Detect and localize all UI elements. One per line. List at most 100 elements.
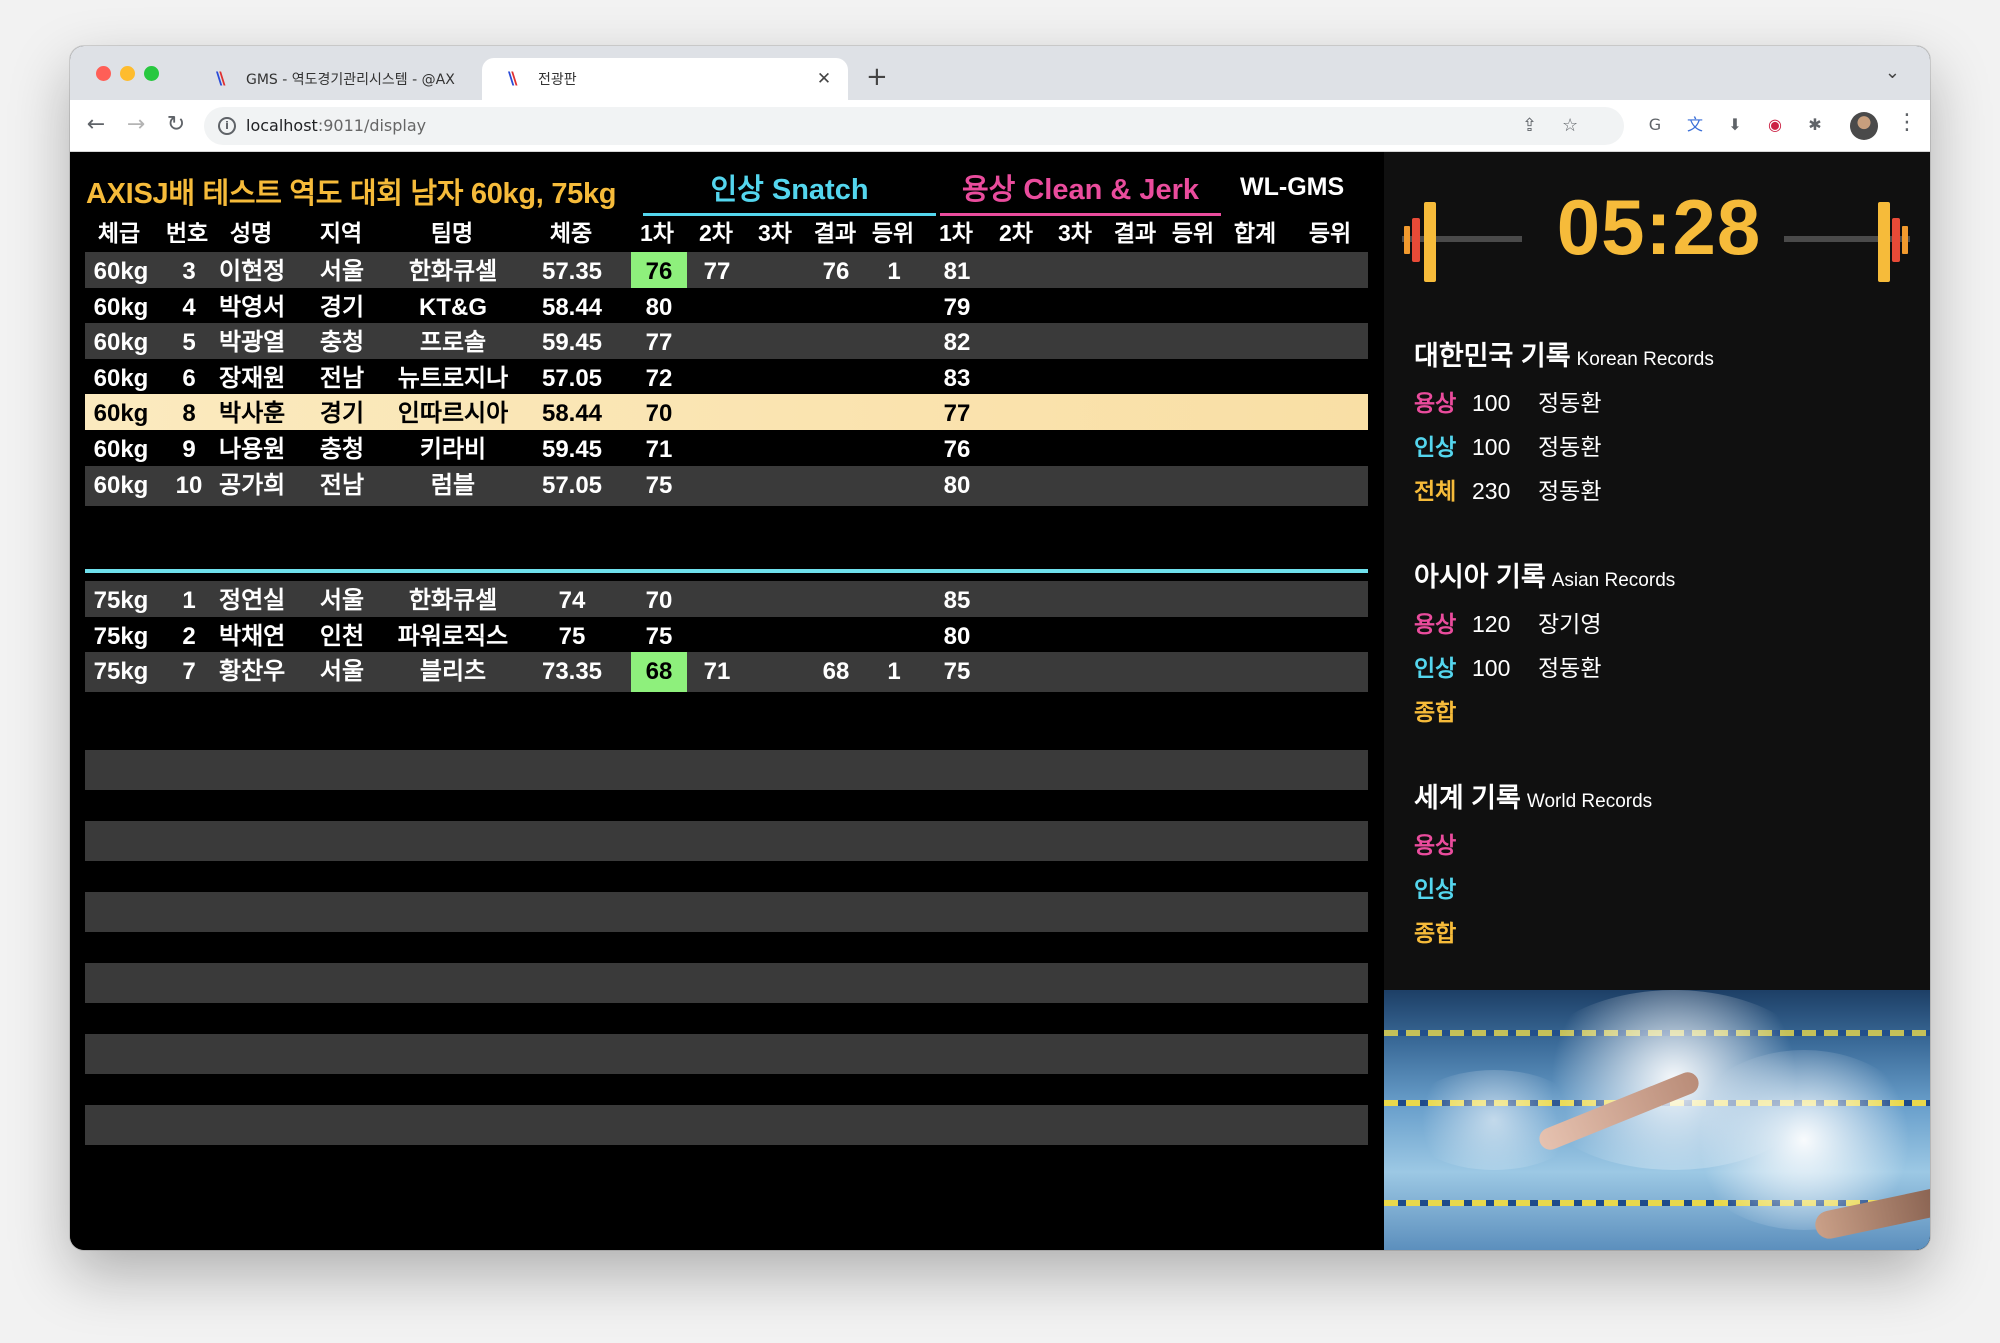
cell-team: 블리츠 [419, 658, 487, 686]
browser-window: \\ GMS - 역도경기관리시스템 - @AX ✕ \\ 전광판 ✕ + ⌄ … [70, 46, 1930, 1250]
translate-icon[interactable]: 文 [1684, 114, 1706, 136]
asian-records-heading: 아시아 기록 Asian Records [1414, 562, 1676, 592]
cell-sn2 [689, 288, 745, 328]
cell-wc: 60kg [93, 293, 149, 321]
cell-bw: 73.35 [541, 658, 603, 686]
col-name: 성명 [229, 220, 273, 246]
cell-name: 박광열 [219, 329, 286, 357]
screen-capture-icon[interactable]: ◉ [1764, 114, 1786, 136]
new-tab-button[interactable]: + [866, 62, 888, 92]
snatch-section-title: 인상 Snatch [643, 166, 936, 216]
browser-toolbar: ← → ↻ i localhost:9011/display ⇪ ☆ G 文 ⬇… [70, 100, 1930, 152]
record-row: 종합 [1414, 920, 1457, 946]
cell-snk: 1 [887, 658, 901, 686]
cell-team: 한화큐셀 [408, 258, 498, 285]
clean-jerk-section-title: 용상 Clean & Jerk [940, 166, 1221, 216]
google-icon[interactable]: G [1644, 114, 1666, 136]
record-row: 전체 230 정동환 [1414, 478, 1602, 504]
cell-snr: 68 [822, 658, 850, 686]
cell-snk [865, 359, 923, 399]
reload-icon[interactable]: ↻ [162, 112, 190, 137]
star-icon[interactable]: ☆ [1562, 115, 1578, 136]
empty-row [85, 821, 1368, 861]
empty-row [85, 1105, 1368, 1145]
plate-icon [1424, 202, 1436, 282]
share-icon[interactable]: ⇪ [1522, 115, 1537, 136]
cell-cj1: 80 [943, 622, 971, 650]
tab-title: 전광판 [538, 72, 577, 88]
cell-name: 정연실 [219, 587, 286, 614]
address-bar[interactable]: i localhost:9011/display ⇪ ☆ [204, 107, 1624, 145]
scoreboard-page: AXISJ배 테스트 역도 대회 남자 60kg, 75kg 인상 Snatch… [70, 152, 1930, 1250]
cell-no: 7 [182, 658, 196, 686]
col-snatch-3: 3차 [758, 220, 792, 246]
cell-bw: 75 [558, 622, 586, 650]
cell-no: 9 [182, 436, 196, 463]
profile-avatar[interactable] [1850, 112, 1878, 140]
close-window-button[interactable] [96, 66, 111, 81]
cell-team: 인따르시아 [397, 400, 509, 428]
minimize-window-button[interactable] [120, 66, 135, 81]
col-snatch-rank: 등위 [871, 220, 915, 246]
cell-sn1: 68 [631, 652, 687, 693]
info-icon[interactable]: i [218, 117, 236, 135]
cell-sn3 [747, 288, 805, 328]
cell-sn2 [689, 466, 745, 506]
extension-pin-icon[interactable]: ⬇ [1724, 114, 1746, 136]
forward-arrow-icon[interactable]: → [122, 112, 150, 137]
cell-sn3 [747, 617, 805, 657]
col-team: 팀명 [430, 220, 474, 246]
cell-sn2 [689, 359, 745, 399]
record-row: 인상 [1414, 876, 1457, 902]
cell-sn1: 70 [645, 587, 673, 614]
cell-wc: 60kg [93, 329, 149, 357]
cell-region: 경기 [319, 293, 365, 321]
cell-bw: 74 [558, 587, 586, 614]
cell-name: 박채연 [219, 622, 286, 650]
close-icon[interactable]: ✕ [814, 69, 834, 89]
cell-region: 서울 [319, 658, 365, 686]
barbell-bar-left [1402, 236, 1522, 242]
cell-sn1: 77 [645, 329, 673, 357]
cell-cj1: 82 [943, 329, 971, 357]
cell-snk: 1 [887, 258, 901, 285]
col-bodyweight: 체중 [549, 220, 593, 246]
chevron-down-icon[interactable]: ⌄ [1885, 62, 1900, 83]
cell-team: 키라비 [419, 436, 487, 463]
cell-snr [807, 394, 865, 434]
world-records-heading: 세계 기록 World Records [1414, 783, 1653, 813]
col-snatch-2: 2차 [699, 220, 733, 246]
competition-title: AXISJ배 테스트 역도 대회 남자 60kg, 75kg [86, 178, 617, 210]
cell-cj1: 76 [943, 436, 971, 463]
tab-display[interactable]: \\ 전광판 ✕ [482, 58, 848, 100]
cell-snk [865, 466, 923, 506]
cell-sn3 [747, 652, 805, 692]
water-splash [1404, 1070, 1584, 1170]
col-cj-rank: 등위 [1171, 220, 1215, 246]
cell-snr [807, 359, 865, 399]
puzzle-icon[interactable]: ✱ [1804, 114, 1826, 136]
side-panel: 05:28 대한민국 기록 Korean Records 용상 100 정동환 인상 1… [1384, 152, 1930, 1250]
cell-sn2 [689, 581, 745, 621]
url-text[interactable]: localhost:9011/display [246, 116, 426, 135]
maximize-window-button[interactable] [144, 66, 159, 81]
cell-wc: 75kg [93, 658, 149, 686]
table-row: 60kg 10 공가희 전남 럼블 57.05 75 80 [85, 465, 1368, 506]
cell-no: 2 [182, 622, 196, 650]
cell-wc: 60kg [93, 400, 149, 428]
cell-snr: 76 [822, 258, 850, 285]
cell-team: KT&G [419, 293, 487, 321]
col-cj-2: 2차 [999, 220, 1033, 246]
cell-sn2 [689, 323, 745, 363]
cell-name: 이현정 [219, 258, 286, 285]
table-row: 60kg 6 장재원 전남 뉴트로지나 57.05 72 83 [85, 358, 1368, 399]
more-menu-icon[interactable]: ⋮ [1896, 110, 1918, 135]
cell-bw: 57.35 [541, 258, 603, 285]
plate-icon [1892, 218, 1900, 262]
back-arrow-icon[interactable]: ← [82, 112, 110, 137]
record-row: 종합 [1414, 699, 1457, 725]
cell-bw: 57.05 [541, 471, 603, 499]
cell-sn1: 76 [631, 252, 687, 292]
col-rank: 등위 [1308, 220, 1352, 246]
col-region: 지역 [319, 220, 363, 246]
